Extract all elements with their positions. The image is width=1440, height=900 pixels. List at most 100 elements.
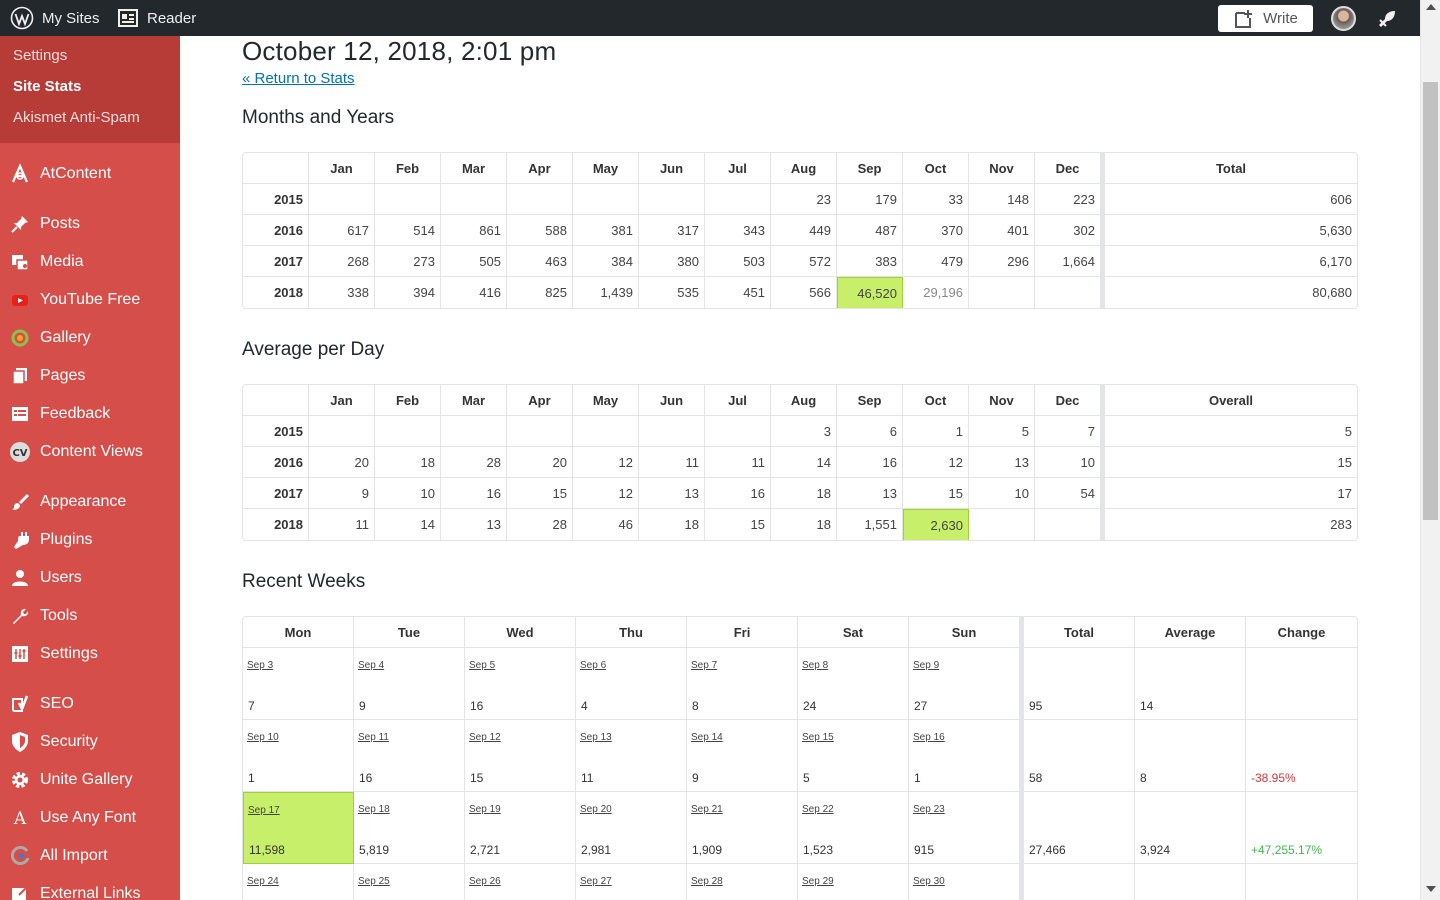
day-link[interactable]: Sep 22 <box>802 804 904 815</box>
return-to-stats-link[interactable]: « Return to Stats <box>242 70 355 87</box>
sidebar-item-seo[interactable]: SEO <box>0 685 180 723</box>
sidebar-item-media[interactable]: Media <box>0 243 180 281</box>
reader-menu[interactable]: Reader <box>118 0 196 36</box>
day-link[interactable]: Sep 18 <box>358 804 460 815</box>
sidebar-item-label: Security <box>40 733 98 750</box>
my-sites-menu[interactable]: My Sites <box>10 0 100 36</box>
week-row: Sep 10 1 Sep 11 16 Sep 12 15 Sep 13 11 Sep 14 9 Se… <box>243 720 1357 792</box>
sidebar-item-security[interactable]: Security <box>0 723 180 761</box>
sidebar-item-tools[interactable]: Tools <box>0 597 180 635</box>
value-cell: 381 <box>573 215 639 246</box>
day-link[interactable]: Sep 13 <box>580 732 682 743</box>
sidebar-item-plugins[interactable]: Plugins <box>0 521 180 559</box>
day-cell: Sep 7 8 <box>687 648 798 720</box>
day-link[interactable]: Sep 3 <box>247 660 349 671</box>
weekday-header: Thu <box>576 617 687 648</box>
week-change-cell: -38.95% <box>1246 720 1357 792</box>
sidebar-item-users[interactable]: Users <box>0 559 180 597</box>
write-button[interactable]: Write <box>1218 5 1313 32</box>
sidebar-item-unite-gallery[interactable]: Unite Gallery <box>0 761 180 799</box>
day-link[interactable]: Sep 10 <box>247 732 349 743</box>
value-cell: 20 <box>309 447 375 478</box>
total-cell: 17 <box>1105 478 1357 509</box>
day-cell: Sep 6 4 <box>576 648 687 720</box>
day-value: 16 <box>470 699 484 713</box>
day-link[interactable]: Sep 19 <box>469 804 571 815</box>
notifications-button[interactable] <box>1376 8 1398 35</box>
day-link[interactable]: Sep 15 <box>802 732 904 743</box>
average-per-day-title: Average per Day <box>242 339 385 360</box>
year-cell: 2017 <box>243 478 309 509</box>
sidebar-item-label: All Import <box>40 847 108 864</box>
scroll-up-icon[interactable] <box>1426 4 1436 10</box>
cv-icon: CV <box>8 440 32 464</box>
table-row: 2015 3 6 1 5 7 5 <box>243 416 1357 447</box>
scrollbar[interactable] <box>1420 0 1440 900</box>
value-cell: 3 <box>771 416 837 447</box>
value-cell: 14 <box>771 447 837 478</box>
value-cell <box>507 184 573 215</box>
sidebar-item-label: Tools <box>40 607 78 624</box>
month-header: Jan <box>309 385 375 416</box>
scroll-thumb[interactable] <box>1423 82 1438 520</box>
sidebar-item-settings[interactable]: Settings <box>0 635 180 673</box>
day-link[interactable]: Sep 9 <box>913 660 1015 671</box>
sidebar-item-pages[interactable]: Pages <box>0 357 180 395</box>
day-link[interactable]: Sep 8 <box>802 660 904 671</box>
value-cell <box>969 509 1035 540</box>
day-link[interactable]: Sep 7 <box>691 660 793 671</box>
week-total-value: 27,466 <box>1029 843 1066 857</box>
sidebar-item-content-views[interactable]: CV Content Views <box>0 433 180 471</box>
day-value: 27 <box>914 699 928 713</box>
sidebar-item-atcontent[interactable]: AtContent <box>0 155 180 193</box>
sidebar-item-youtube-free[interactable]: YouTube Free <box>0 281 180 319</box>
sidebar-item-gallery[interactable]: Gallery <box>0 319 180 357</box>
submenu-item-akismet-anti-spam[interactable]: Akismet Anti-Spam <box>0 104 180 135</box>
avatar[interactable] <box>1331 6 1356 31</box>
day-value: 11,598 <box>249 843 285 857</box>
day-link[interactable]: Sep 29 <box>802 876 904 887</box>
svg-text:CV: CV <box>12 448 27 459</box>
day-value: 4 <box>581 699 588 713</box>
day-cell: Sep 26 <box>465 864 576 900</box>
sidebar-item-appearance[interactable]: Appearance <box>0 483 180 521</box>
day-link[interactable]: Sep 27 <box>580 876 682 887</box>
value-cell: 15 <box>507 478 573 509</box>
day-link[interactable]: Sep 25 <box>358 876 460 887</box>
reader-icon <box>118 9 138 27</box>
day-link[interactable]: Sep 23 <box>913 804 1015 815</box>
day-link[interactable]: Sep 5 <box>469 660 571 671</box>
week-row: Sep 3 7 Sep 4 9 Sep 5 16 Sep 6 4 Sep 7 8 Sep 8 24 Se… <box>243 648 1357 720</box>
value-cell: 302 <box>1035 215 1101 246</box>
day-link[interactable]: Sep 12 <box>469 732 571 743</box>
day-link[interactable]: Sep 16 <box>913 732 1015 743</box>
day-link[interactable]: Sep 4 <box>358 660 460 671</box>
value-cell: 572 <box>771 246 837 277</box>
value-cell: 11 <box>705 447 771 478</box>
day-link[interactable]: Sep 30 <box>913 876 1015 887</box>
submenu-item-settings[interactable]: Settings <box>0 42 180 73</box>
day-link[interactable]: Sep 21 <box>691 804 793 815</box>
value-cell: 28 <box>441 447 507 478</box>
day-link[interactable]: Sep 14 <box>691 732 793 743</box>
sidebar-item-external-links[interactable]: External Links <box>0 875 180 900</box>
value-cell: 394 <box>375 277 441 308</box>
scroll-down-icon[interactable] <box>1426 886 1436 892</box>
media-icon <box>8 250 32 274</box>
day-link[interactable]: Sep 17 <box>248 805 349 816</box>
day-link[interactable]: Sep 26 <box>469 876 571 887</box>
sidebar-item-use-any-font[interactable]: A Use Any Font <box>0 799 180 837</box>
submenu-item-site-stats[interactable]: Site Stats <box>0 73 180 104</box>
day-link[interactable]: Sep 28 <box>691 876 793 887</box>
sidebar-item-all-import[interactable]: All Import <box>0 837 180 875</box>
table-row: 2017 268 273 505 463 384 380 503 572 383 479 296 1,6… <box>243 246 1357 277</box>
sidebar-item-posts[interactable]: Posts <box>0 205 180 243</box>
day-link[interactable]: Sep 11 <box>358 732 460 743</box>
total-cell: 606 <box>1105 184 1357 215</box>
day-link[interactable]: Sep 20 <box>580 804 682 815</box>
sidebar-item-feedback[interactable]: Feedback <box>0 395 180 433</box>
day-link[interactable]: Sep 24 <box>247 876 349 887</box>
week-average-cell: 8 <box>1135 720 1246 792</box>
day-link[interactable]: Sep 6 <box>580 660 682 671</box>
total-cell: 15 <box>1105 447 1357 478</box>
